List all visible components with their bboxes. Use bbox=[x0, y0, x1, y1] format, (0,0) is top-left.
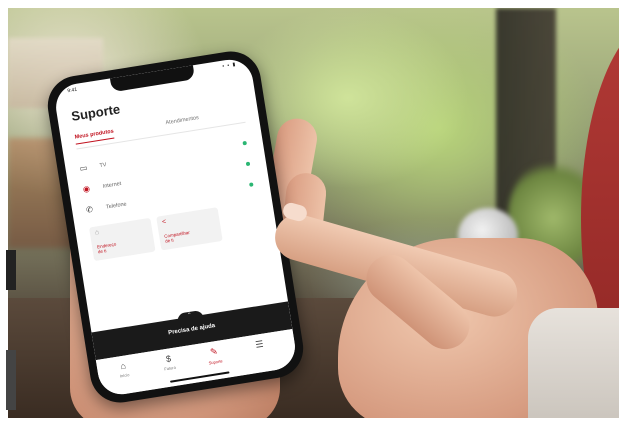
card-label-line2: de ti bbox=[97, 248, 107, 255]
product-label: TV bbox=[99, 162, 107, 170]
status-dot bbox=[249, 182, 254, 187]
card-address[interactable]: ⌂ Endereço de ti bbox=[89, 217, 156, 262]
status-dot bbox=[242, 140, 248, 146]
menu-icon: ☰ bbox=[254, 338, 265, 350]
nav-item-menu[interactable]: ☰ bbox=[239, 336, 281, 355]
photo-background: 9:41 ▪ ▪ ▮ Suporte Meus produtos Atendim… bbox=[8, 8, 619, 418]
product-label: Internet bbox=[102, 180, 122, 190]
phone-screen: 9:41 ▪ ▪ ▮ Suporte Meus produtos Atendim… bbox=[52, 56, 299, 398]
chevron-up-icon[interactable]: ⌃ bbox=[176, 309, 204, 322]
product-label: Telefone bbox=[105, 201, 128, 211]
phone-icon: ✆ bbox=[85, 204, 94, 215]
home-indicator bbox=[169, 370, 230, 383]
page-title: Suporte bbox=[70, 101, 122, 124]
tv-icon: ▭ bbox=[79, 163, 88, 174]
nav-item-inicio[interactable]: ⌂ Início bbox=[103, 358, 145, 381]
tab-my-products[interactable]: Meus produtos bbox=[74, 129, 114, 141]
tab-support-tickets[interactable]: Atendimentos bbox=[165, 115, 199, 126]
status-signal-icon: ▪ ▪ ▮ bbox=[221, 61, 237, 70]
share-icon: < bbox=[161, 218, 167, 226]
home-icon: ⌂ bbox=[94, 229, 100, 237]
edge-artifact bbox=[6, 350, 16, 410]
wifi-icon: ◉ bbox=[82, 183, 91, 194]
card-label-line2: de ti bbox=[164, 237, 174, 244]
status-time: 9:41 bbox=[66, 86, 78, 95]
card-label: Compartilhar de ti bbox=[164, 230, 191, 244]
shirt-sleeve bbox=[528, 308, 619, 418]
edge-artifact bbox=[6, 250, 16, 290]
phone-notch bbox=[109, 65, 195, 93]
nav-item-suporte[interactable]: ✎ Suporte bbox=[193, 343, 235, 367]
nav-item-fatura[interactable]: $ Fatura bbox=[148, 351, 190, 374]
card-label: Endereço de ti bbox=[97, 242, 118, 255]
status-dot bbox=[245, 161, 251, 167]
card-share[interactable]: < Compartilhar de ti bbox=[156, 207, 223, 251]
